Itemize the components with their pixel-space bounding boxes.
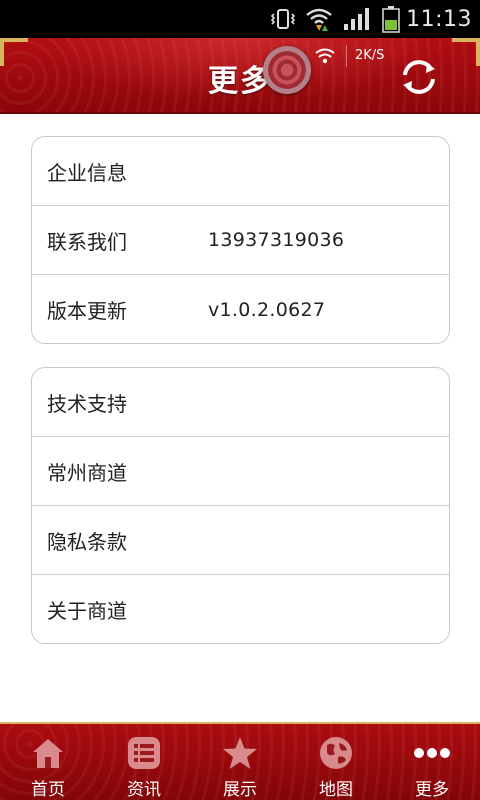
tab-label: 首页 (31, 780, 65, 800)
speed-wifi-icon (310, 44, 340, 68)
contact-phone: 13937319036 (208, 229, 345, 251)
row-changzhou-shangdao[interactable]: 常州商道 (32, 437, 449, 506)
row-label: 技术支持 (47, 391, 127, 416)
tab-showcase[interactable]: 展示 (192, 724, 288, 800)
wifi-icon (303, 0, 335, 38)
row-label: 企业信息 (47, 160, 127, 185)
row-about[interactable]: 关于商道 (32, 575, 449, 643)
news-list-icon (124, 734, 164, 772)
row-company-info[interactable]: 企业信息 (32, 137, 449, 206)
more-dots-icon (412, 734, 452, 772)
vibrate-icon (268, 0, 298, 38)
tab-label: 地图 (319, 780, 353, 800)
row-contact-us[interactable]: 联系我们 13937319036 (32, 206, 449, 275)
refresh-button[interactable] (396, 54, 442, 100)
battery-icon (381, 0, 401, 38)
row-label: 关于商道 (47, 599, 127, 623)
tab-home[interactable]: 首页 (0, 724, 96, 800)
tab-news[interactable]: 资讯 (96, 724, 192, 800)
tab-label: 展示 (223, 780, 257, 800)
home-icon (28, 734, 68, 772)
tab-label: 更多 (415, 780, 449, 800)
settings-group-info: 企业信息 联系我们 13937319036 版本更新 v1.0.2.0627 (31, 136, 450, 344)
version-number: v1.0.2.0627 (208, 298, 326, 321)
row-label: 版本更新 (47, 299, 127, 323)
row-tech-support[interactable]: 技术支持 (32, 368, 449, 437)
globe-icon (316, 734, 356, 772)
row-privacy-policy[interactable]: 隐私条款 (32, 506, 449, 575)
star-icon (220, 734, 260, 772)
floating-assistant-icon[interactable] (263, 46, 311, 94)
row-version-update[interactable]: 版本更新 v1.0.2.0627 (32, 275, 449, 343)
tab-more[interactable]: 更多 (384, 724, 480, 800)
tab-label: 资讯 (127, 780, 161, 800)
app-header: 更多 2K/S (0, 38, 480, 114)
network-speed-text: 2K/S (346, 45, 392, 67)
row-label: 联系我们 (47, 229, 127, 254)
signal-icon (340, 0, 374, 38)
tab-map[interactable]: 地图 (288, 724, 384, 800)
bottom-tab-bar: 首页 资讯 展示 地图 更多 (0, 722, 480, 800)
row-label: 隐私条款 (47, 529, 127, 554)
refresh-icon (403, 60, 435, 94)
status-bar: 11:13 (0, 0, 480, 38)
status-time: 11:13 (406, 6, 472, 32)
row-label: 常州商道 (47, 460, 127, 485)
settings-group-about: 技术支持 常州商道 隐私条款 关于商道 (31, 367, 450, 644)
